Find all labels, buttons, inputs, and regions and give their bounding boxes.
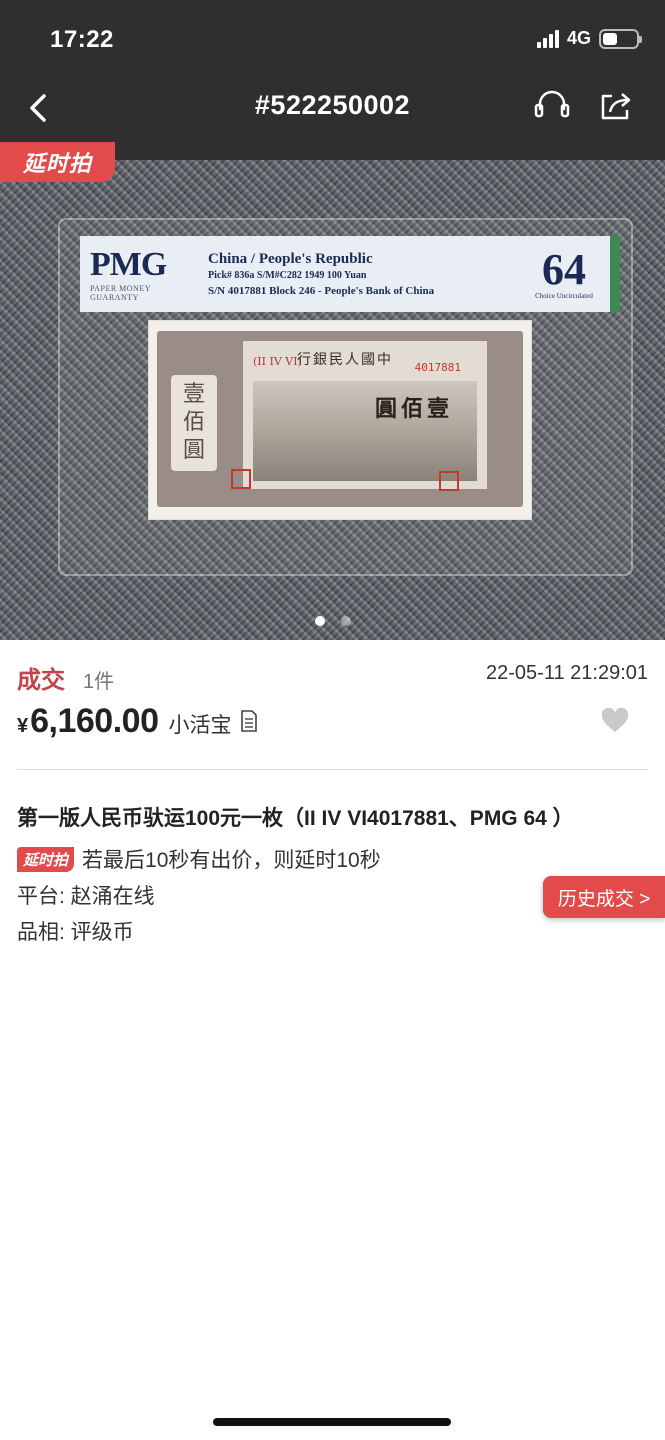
note-bank-name: 行銀民人國中 (297, 352, 393, 368)
share-button[interactable] (596, 86, 636, 126)
item-title: 第一版人民币驮运100元一枚（II IV VI4017881、PMG 64 ） (17, 807, 574, 830)
document-icon[interactable] (239, 709, 259, 733)
seal-mark (439, 471, 459, 491)
pager-dot[interactable] (340, 616, 351, 626)
delay-auction-tag: 延时拍 (17, 846, 75, 872)
grading-label: PMG PAPER MONEY GUARANTY China / People'… (80, 236, 620, 312)
note-left-value: 壹 佰 圓 (171, 375, 217, 471)
slab-holder: PMG PAPER MONEY GUARANTY China / People'… (58, 218, 633, 576)
deal-datetime: 22-05-11 21:29:01 (486, 662, 648, 684)
favorite-heart-icon[interactable] (601, 707, 629, 734)
headset-icon (534, 90, 570, 118)
signal-icon (536, 29, 559, 48)
note-serial-prefix: (II IV VI) (253, 355, 302, 368)
history-deals-button[interactable]: 历史成交 > (543, 876, 665, 918)
note-value: 圓佰壹 (374, 396, 453, 422)
pager-dot[interactable] (314, 616, 325, 626)
grade-number: 64 (542, 245, 586, 294)
delay-auction-badge: 延时拍 (0, 142, 115, 182)
deal-status-row: 成交 1件 (17, 660, 114, 695)
deal-count: 1件 (83, 671, 115, 693)
network-label: 4G (566, 28, 591, 48)
deal-status: 成交 (17, 667, 65, 694)
platform-text: 平台: 赵涌在线 (17, 885, 155, 908)
battery-icon (599, 28, 642, 49)
status-time: 17:22 (50, 26, 114, 53)
home-indicator[interactable] (213, 1418, 451, 1426)
currency-symbol: ¥ (17, 715, 29, 737)
deal-price: 6,160.00 (30, 702, 159, 740)
seller-name[interactable]: 小活宝 (168, 709, 231, 739)
top-bar: 17:22 4G #522250002 (0, 0, 665, 160)
item-photo-carousel[interactable]: PMG PAPER MONEY GUARANTY China / People'… (0, 160, 665, 640)
quality-text: 品相: 评级币 (17, 921, 134, 944)
pmg-logo: PMG PAPER MONEY GUARANTY (90, 246, 167, 302)
auction-rule-text: 若最后10秒有出价，则延时10秒 (82, 849, 381, 872)
auction-rule-row: 延时拍 若最后10秒有出价，则延时10秒 (17, 844, 381, 874)
price-row: ¥ 6,160.00 小活宝 (17, 702, 259, 741)
grade-box: 64 Choice Uncirculated (518, 245, 610, 301)
label-description: China / People's Republic Pick# 836a S/M… (208, 251, 435, 297)
status-indicators: 4G (536, 28, 642, 49)
banknote-image: 壹 佰 圓 (II IV VI) 行銀民人國中 4017881 圓佰壹 (148, 320, 532, 520)
divider (17, 769, 648, 770)
carousel-pager (0, 616, 665, 626)
customer-service-button[interactable] (532, 86, 572, 126)
grade-description: Choice Uncirculated (535, 292, 593, 300)
seal-mark (231, 469, 251, 489)
note-serial-number: 4017881 (414, 361, 461, 374)
share-icon (601, 93, 631, 120)
